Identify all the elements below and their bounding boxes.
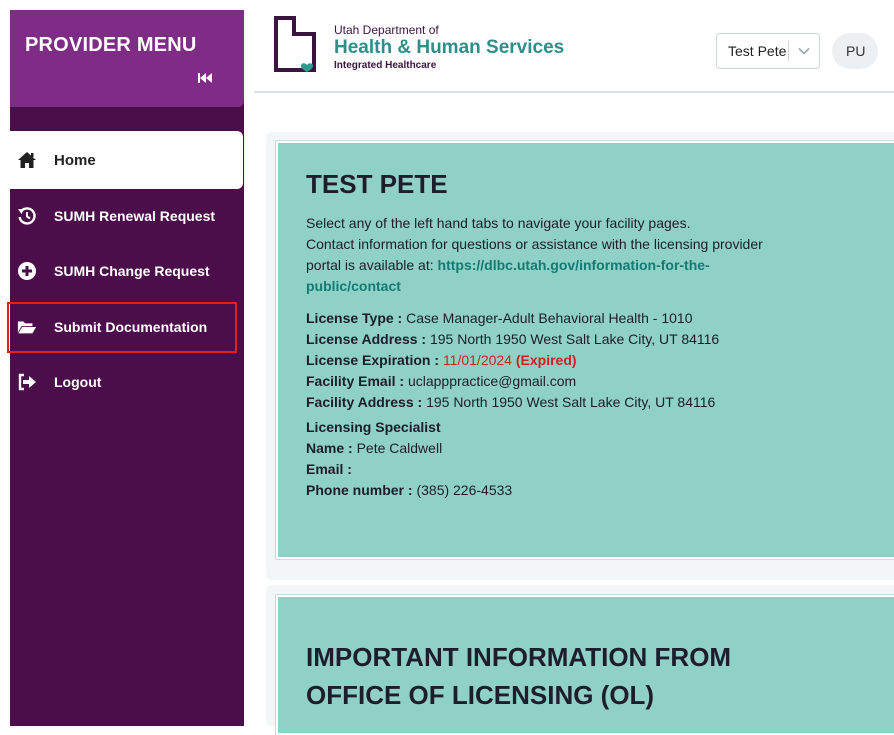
- intro-text-line-3: portal is available at: https://dlbc.uta…: [306, 257, 710, 273]
- highlight-box: [7, 302, 237, 353]
- info-title-line-2: OFFICE OF LICENSING (OL): [306, 680, 655, 710]
- profile-title: TEST PETE: [306, 169, 448, 199]
- license-expiration-label: License Expiration :: [306, 352, 440, 368]
- sidebar-item-label: SUMH Renewal Request: [54, 208, 216, 224]
- sidebar-item-home[interactable]: Home: [10, 131, 243, 189]
- profile-card: TEST PETE Select any of the left hand ta…: [276, 141, 894, 559]
- sidebar-item-sumh-renewal[interactable]: SUMH Renewal Request: [10, 187, 243, 245]
- specialist-phone-value: (385) 226-4533: [416, 482, 513, 498]
- facility-address-value: 195 North 1950 West Salt Lake City, UT 8…: [426, 394, 716, 410]
- user-select[interactable]: Test Pete: [716, 33, 820, 69]
- license-type-row: License Type : Case Manager-Adult Behavi…: [306, 310, 693, 326]
- utah-logo-icon: [274, 16, 316, 72]
- info-title-line-1: IMPORTANT INFORMATION FROM: [306, 642, 732, 672]
- intro-text-line-2: Contact information for questions or ass…: [306, 236, 763, 252]
- chevron-down-icon[interactable]: [789, 47, 819, 55]
- facility-address-row: Facility Address : 195 North 1950 West S…: [306, 394, 715, 410]
- specialist-heading: Licensing Specialist: [306, 419, 441, 435]
- provider-sidebar: PROVIDER MENU Home SUMH Renewal Request: [7, 10, 244, 726]
- skip-back-icon[interactable]: [197, 71, 213, 85]
- license-expired-badge: (Expired): [515, 352, 577, 368]
- facility-email-value: uclapppractice@gmail.com: [407, 373, 577, 389]
- sidebar-item-label: SUMH Change Request: [54, 263, 210, 279]
- license-type-label: License Type :: [306, 310, 403, 326]
- license-address-value: 195 North 1950 West Salt Lake City, UT 8…: [429, 331, 720, 347]
- intro-text-line-1: Select any of the left hand tabs to navi…: [306, 215, 691, 231]
- specialist-phone-label: Phone number :: [306, 482, 413, 498]
- sidebar-title: PROVIDER MENU: [25, 34, 197, 56]
- specialist-name-row: Name : Pete Caldwell: [306, 440, 442, 456]
- user-select-value: Test Pete: [728, 43, 787, 59]
- logo-department-text: Utah Department of: [334, 23, 439, 37]
- license-expiration-row: License Expiration : 11/01/2024 (Expired…: [306, 352, 577, 368]
- sidebar-item-label: Logout: [54, 374, 102, 390]
- home-icon: [17, 150, 37, 170]
- user-avatar[interactable]: PU: [832, 33, 878, 69]
- sidebar-header: PROVIDER MENU: [10, 10, 244, 107]
- specialist-email-label: Email :: [306, 461, 352, 477]
- contact-link-part-1[interactable]: https://dlbc.utah.gov/information-for-th…: [438, 257, 710, 273]
- sidebar-item-label: Home: [54, 151, 96, 169]
- specialist-name-value: Pete Caldwell: [356, 440, 443, 456]
- profile-card-wrapper: TEST PETE Select any of the left hand ta…: [266, 132, 894, 580]
- specialist-name-label: Name :: [306, 440, 353, 456]
- contact-link-part-2[interactable]: public/contact: [306, 278, 401, 294]
- facility-email-row: Facility Email : uclapppractice@gmail.co…: [306, 373, 576, 389]
- facility-address-label: Facility Address :: [306, 394, 423, 410]
- top-header: Utah Department of Health & Human Servic…: [254, 0, 894, 93]
- specialist-phone-row: Phone number : (385) 226-4533: [306, 482, 512, 498]
- logo-agency-name: Health & Human Services: [334, 37, 565, 58]
- sign-out-icon: [17, 372, 37, 392]
- license-type-value: Case Manager-Adult Behavioral Health - 1…: [406, 310, 693, 326]
- info-card: IMPORTANT INFORMATION FROM OFFICE OF LIC…: [276, 595, 894, 735]
- facility-email-label: Facility Email :: [306, 373, 405, 389]
- main-content: TEST PETE Select any of the left hand ta…: [254, 95, 894, 735]
- license-expiration-value: 11/01/2024: [442, 352, 512, 368]
- sidebar-item-sumh-change[interactable]: SUMH Change Request: [10, 242, 243, 300]
- license-address-label: License Address :: [306, 331, 427, 347]
- intro-text-prefix: portal is available at:: [306, 257, 438, 273]
- license-address-row: License Address : 195 North 1950 West Sa…: [306, 331, 719, 347]
- specialist-email-row: Email :: [306, 461, 352, 477]
- info-card-wrapper: IMPORTANT INFORMATION FROM OFFICE OF LIC…: [266, 585, 894, 735]
- specialist-heading-text: Licensing Specialist: [306, 419, 441, 435]
- sidebar-item-logout[interactable]: Logout: [10, 353, 243, 411]
- history-icon: [17, 206, 37, 226]
- plus-circle-icon: [17, 261, 37, 281]
- logo-division-name: Integrated Healthcare: [334, 60, 437, 71]
